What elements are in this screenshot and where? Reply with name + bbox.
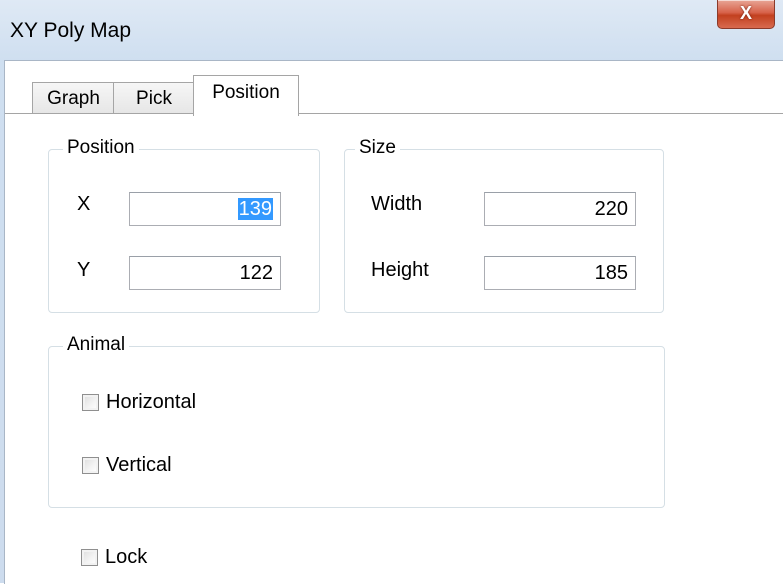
- tab-position-label: Position: [212, 82, 280, 103]
- tab-strip: Graph Pick Position: [5, 61, 783, 121]
- dialog-window: XY Poly Map X Graph Pick Position Positi…: [0, 0, 783, 584]
- tab-graph-label: Graph: [47, 88, 100, 109]
- horizontal-checkbox-row[interactable]: Horizontal: [82, 391, 282, 416]
- x-label: X: [77, 193, 91, 215]
- position-group: Position X 139 Y 122: [48, 137, 320, 313]
- vertical-checkbox-row[interactable]: Vertical: [82, 454, 282, 479]
- position-tab-panel: Position X 139 Y 122 Size Width 220 Heig…: [5, 114, 783, 584]
- lock-label: Lock: [105, 546, 148, 568]
- height-label: Height: [371, 259, 429, 281]
- close-icon: X: [739, 3, 752, 23]
- window-title: XY Poly Map: [10, 19, 132, 42]
- vertical-checkbox[interactable]: [82, 457, 99, 474]
- height-input[interactable]: 185: [484, 256, 636, 290]
- x-input[interactable]: 139: [129, 192, 281, 226]
- tab-pick[interactable]: Pick: [113, 82, 195, 114]
- x-input-selected-text: 139: [237, 198, 273, 220]
- close-button[interactable]: X: [717, 0, 775, 29]
- dialog-client-area: Graph Pick Position Position X 139 Y 122: [4, 60, 783, 584]
- lock-checkbox[interactable]: [81, 549, 98, 566]
- lock-checkbox-row[interactable]: Lock: [81, 546, 241, 571]
- width-label: Width: [371, 193, 423, 215]
- y-label: Y: [77, 259, 91, 281]
- tab-pick-label: Pick: [136, 88, 172, 109]
- tab-graph[interactable]: Graph: [32, 82, 115, 114]
- vertical-label: Vertical: [106, 454, 172, 476]
- title-bar[interactable]: XY Poly Map X: [0, 0, 783, 60]
- size-group: Size Width 220 Height 185: [344, 137, 664, 313]
- position-group-label: Position: [63, 137, 139, 159]
- y-input[interactable]: 122: [129, 256, 281, 290]
- horizontal-label: Horizontal: [106, 391, 197, 413]
- animal-group: Animal Horizontal Vertical: [48, 334, 665, 508]
- horizontal-checkbox[interactable]: [82, 394, 99, 411]
- animal-group-label: Animal: [63, 334, 130, 356]
- tab-position[interactable]: Position: [193, 75, 299, 116]
- size-group-label: Size: [355, 137, 400, 159]
- width-input[interactable]: 220: [484, 192, 636, 226]
